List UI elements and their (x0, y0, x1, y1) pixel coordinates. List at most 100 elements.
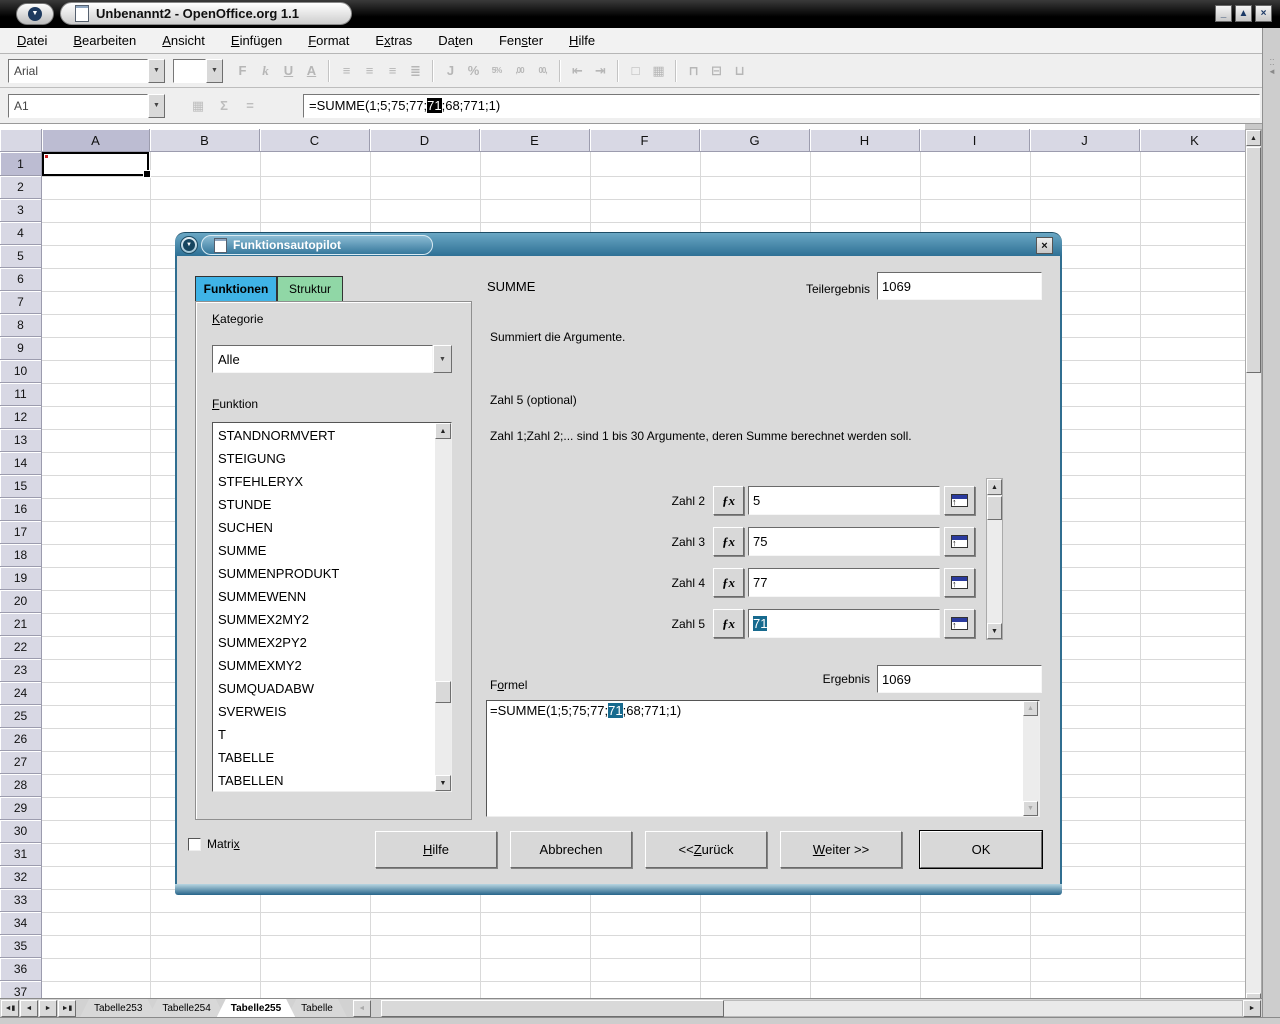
dialog-titlebar[interactable]: ▼ Funktionsautopilot × (175, 232, 1062, 256)
row-header-33[interactable]: 33 (0, 889, 42, 912)
font-name-dropdown-icon[interactable]: ▼ (148, 59, 165, 83)
function-item-summexmy2[interactable]: SUMMEXMY2 (214, 654, 434, 677)
arg-input-2[interactable]: 5 (748, 486, 940, 515)
hilfe-button[interactable]: Hilfe (375, 831, 497, 868)
kategorie-dropdown-icon[interactable]: ▼ (433, 345, 452, 373)
decrease-indent-icon[interactable]: ⇤ (566, 60, 589, 82)
row-header-13[interactable]: 13 (0, 429, 42, 452)
sheet-tab-tabelle[interactable]: Tabelle (287, 999, 347, 1017)
align-bottom-icon[interactable]: ⊔ (728, 60, 751, 82)
hscroll-left-button[interactable]: ◄ (353, 1000, 371, 1017)
args-scroll-up-button[interactable]: ▲ (987, 479, 1002, 495)
select-all-corner[interactable] (0, 129, 42, 152)
hscroll-right-button[interactable]: ► (1243, 1000, 1261, 1017)
menu-datei[interactable]: Datei (4, 30, 60, 51)
row-header-18[interactable]: 18 (0, 544, 42, 567)
column-header-E[interactable]: E (480, 129, 590, 152)
delete-decimal-icon[interactable]: 00, (531, 60, 554, 82)
row-header-37[interactable]: 37 (0, 981, 42, 998)
row-header-14[interactable]: 14 (0, 452, 42, 475)
function-autopilot-icon[interactable]: ▦ (187, 96, 209, 116)
font-size-combo[interactable]: ▼ (173, 59, 223, 83)
fx-button-5[interactable]: ƒx (713, 609, 744, 638)
row-header-4[interactable]: 4 (0, 222, 42, 245)
function-item-summex2my2[interactable]: SUMMEX2MY2 (214, 608, 434, 631)
selected-cell-a1[interactable] (42, 152, 149, 176)
fx-button-3[interactable]: ƒx (713, 527, 744, 556)
menu-hilfe[interactable]: Hilfe (556, 30, 608, 51)
menu-extras[interactable]: Extras (362, 30, 425, 51)
row-header-1[interactable]: 1 (0, 152, 42, 176)
maximize-button[interactable]: ▲ (1235, 5, 1252, 22)
fx-button-4[interactable]: ƒx (713, 568, 744, 597)
row-header-34[interactable]: 34 (0, 912, 42, 935)
font-name-field[interactable]: Arial (8, 59, 148, 83)
sheet-tab-tabelle255[interactable]: Tabelle255 (217, 999, 295, 1017)
row-header-31[interactable]: 31 (0, 843, 42, 866)
row-header-7[interactable]: 7 (0, 291, 42, 314)
arg-input-5[interactable]: 71 (748, 609, 940, 638)
align-right-icon[interactable]: ≡ (381, 60, 404, 82)
row-header-29[interactable]: 29 (0, 797, 42, 820)
percent-format-icon[interactable]: % (462, 60, 485, 82)
column-header-A[interactable]: A (42, 129, 150, 152)
kategorie-combobox[interactable]: Alle ▼ (212, 345, 452, 373)
row-header-15[interactable]: 15 (0, 475, 42, 498)
args-scroll-down-button[interactable]: ▼ (987, 623, 1002, 639)
weiter-button[interactable]: Weiter >> (780, 831, 902, 868)
row-header-22[interactable]: 22 (0, 636, 42, 659)
column-header-K[interactable]: K (1140, 129, 1245, 152)
column-header-G[interactable]: G (700, 129, 810, 152)
sheet-tab-tabelle253[interactable]: Tabelle253 (80, 999, 156, 1017)
last-sheet-button[interactable]: ►▮ (58, 1000, 76, 1017)
align-center-icon[interactable]: ≡ (358, 60, 381, 82)
horizontal-scroll-thumb[interactable] (381, 1000, 724, 1017)
standard-format-icon[interactable]: 5% (485, 60, 508, 82)
row-header-30[interactable]: 30 (0, 820, 42, 843)
function-item-summe[interactable]: SUMME (214, 539, 434, 562)
row-header-11[interactable]: 11 (0, 383, 42, 406)
row-header-19[interactable]: 19 (0, 567, 42, 590)
formel-textarea[interactable]: =SUMME(1;5;75;77;71;68;771;1) ▲ ▼ (486, 700, 1040, 817)
menu-daten[interactable]: Daten (425, 30, 486, 51)
column-header-C[interactable]: C (260, 129, 370, 152)
column-header-D[interactable]: D (370, 129, 480, 152)
align-top-icon[interactable]: ⊓ (682, 60, 705, 82)
next-sheet-button[interactable]: ► (39, 1000, 57, 1017)
formel-scroll-down-button[interactable]: ▼ (1023, 801, 1038, 816)
name-box-dropdown-icon[interactable]: ▼ (148, 94, 165, 118)
shrink-button-3[interactable]: ↑ (944, 527, 975, 556)
equals-icon[interactable]: = (239, 96, 261, 116)
underline-icon[interactable]: U (277, 60, 300, 82)
formel-scrollbar[interactable]: ▲ ▼ (1023, 701, 1039, 816)
italic-icon[interactable]: k (254, 60, 277, 82)
arguments-scrollbar[interactable]: ▲ ▼ (986, 478, 1003, 640)
menu-bearbeiten[interactable]: Bearbeiten (60, 30, 149, 51)
row-header-16[interactable]: 16 (0, 498, 42, 521)
column-header-H[interactable]: H (810, 129, 920, 152)
arg-input-3[interactable]: 75 (748, 527, 940, 556)
shrink-button-2[interactable]: ↑ (944, 486, 975, 515)
shrink-button-5[interactable]: ↑ (944, 609, 975, 638)
row-header-36[interactable]: 36 (0, 958, 42, 981)
increase-indent-icon[interactable]: ⇥ (589, 60, 612, 82)
zurück-button[interactable]: << Zurück (645, 831, 767, 868)
add-decimal-icon[interactable]: ,00 (508, 60, 531, 82)
align-left-icon[interactable]: ≡ (335, 60, 358, 82)
vertical-scrollbar[interactable]: ▲ ▼ (1245, 129, 1262, 1010)
function-listbox[interactable]: STANDNORMVERTSTEIGUNGSTFEHLERYXSTUNDESUC… (212, 422, 452, 792)
dialog-window-menu-button[interactable]: ▼ (180, 236, 198, 254)
kategorie-value[interactable]: Alle (212, 345, 433, 373)
background-color-icon[interactable]: ▦ (647, 60, 670, 82)
row-header-9[interactable]: 9 (0, 337, 42, 360)
column-header-I[interactable]: I (920, 129, 1030, 152)
row-header-21[interactable]: 21 (0, 613, 42, 636)
selection-handle[interactable] (143, 170, 151, 178)
name-box[interactable]: A1 ▼ (8, 94, 165, 118)
vertical-scroll-thumb[interactable] (1246, 147, 1261, 373)
font-size-field[interactable] (173, 59, 206, 83)
row-header-3[interactable]: 3 (0, 199, 42, 222)
ok-button[interactable]: OK (920, 831, 1042, 868)
font-color-icon[interactable]: A (300, 60, 323, 82)
font-name-combo[interactable]: Arial ▼ (8, 59, 165, 83)
